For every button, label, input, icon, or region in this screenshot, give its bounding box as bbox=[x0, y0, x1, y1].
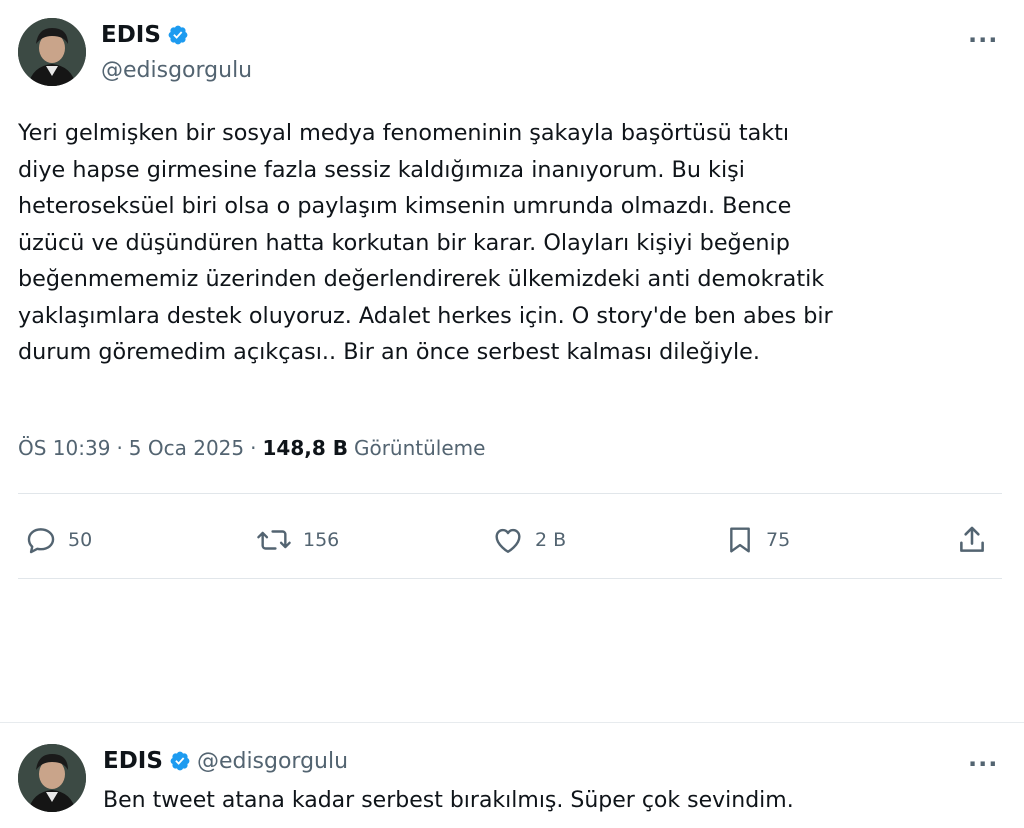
author-handle[interactable]: @edisgorgulu bbox=[101, 58, 252, 83]
reply-display-name[interactable]: EDIS bbox=[103, 748, 163, 774]
tweet-text-line: üzücü ve düşündüren hatta korkutan bir k… bbox=[18, 229, 790, 256]
section-separator bbox=[0, 722, 1024, 723]
tweet-text-line: yaklaşımlara destek oluyoruz. Adalet her… bbox=[18, 302, 833, 329]
reply-icon bbox=[27, 528, 55, 554]
tweet-meta: ÖS 10:39 · 5 Oca 2025 · 148,8 B Görüntül… bbox=[18, 436, 485, 460]
tweet-page: EDIS @edisgorgulu ··· Yeri gelmişken bir… bbox=[0, 0, 1024, 828]
tweet-text-line: beğenmememiz üzerinden değerlendirerek ü… bbox=[18, 266, 825, 292]
more-icon[interactable]: ··· bbox=[968, 752, 998, 776]
tweet-text-line: heteroseksüel biri olsa o paylaşım kimse… bbox=[18, 193, 792, 219]
tweet-text-line: Yeri gelmişken bir sosyal medya fenomeni… bbox=[18, 120, 790, 146]
reply-avatar[interactable] bbox=[18, 744, 86, 812]
verified-badge-icon bbox=[170, 751, 190, 771]
repost-icon bbox=[257, 530, 291, 550]
reply-button[interactable]: 50 bbox=[24, 523, 92, 557]
reply-count: 50 bbox=[68, 529, 93, 551]
reply-text: Ben tweet atana kadar serbest bırakılmış… bbox=[103, 788, 794, 813]
bookmark-count: 75 bbox=[766, 529, 791, 551]
more-icon[interactable]: ··· bbox=[968, 28, 998, 52]
share-icon bbox=[960, 526, 984, 552]
author-name-row[interactable]: EDIS bbox=[101, 22, 189, 48]
bookmark-button[interactable]: 75 bbox=[724, 523, 790, 557]
views-label: Görüntüleme bbox=[353, 436, 486, 460]
author-display-name[interactable]: EDIS bbox=[101, 22, 161, 48]
like-count: 2 B bbox=[535, 529, 567, 551]
tweet-text-line: diye hapse girmesine fazla sessiz kaldığ… bbox=[18, 156, 745, 183]
repost-count: 156 bbox=[303, 529, 340, 551]
divider bbox=[18, 578, 1002, 579]
tweet-text: Yeri gelmişken bir sosyal medya fenomeni… bbox=[18, 115, 1008, 371]
share-button[interactable] bbox=[955, 523, 989, 557]
avatar[interactable] bbox=[18, 18, 86, 86]
meta-separator: · bbox=[250, 436, 257, 460]
like-button[interactable]: 2 B bbox=[491, 523, 566, 557]
meta-separator: · bbox=[116, 436, 123, 460]
tweet-text-line: durum göremedim açıkçası.. Bir an önce s… bbox=[18, 339, 760, 365]
bookmark-icon bbox=[730, 527, 750, 553]
like-icon bbox=[495, 528, 521, 553]
reply-handle[interactable]: @edisgorgulu bbox=[197, 749, 348, 774]
reply-author-row[interactable]: EDIS @edisgorgulu bbox=[103, 748, 348, 774]
repost-button[interactable]: 156 bbox=[255, 523, 339, 557]
verified-badge-icon bbox=[168, 25, 188, 45]
tweet-date[interactable]: 5 Oca 2025 bbox=[129, 436, 244, 460]
views-count: 148,8 B bbox=[262, 436, 348, 460]
tweet-time[interactable]: ÖS 10:39 bbox=[18, 436, 110, 460]
divider bbox=[18, 493, 1002, 494]
action-bar: 50 156 2 B 75 bbox=[0, 520, 1024, 560]
